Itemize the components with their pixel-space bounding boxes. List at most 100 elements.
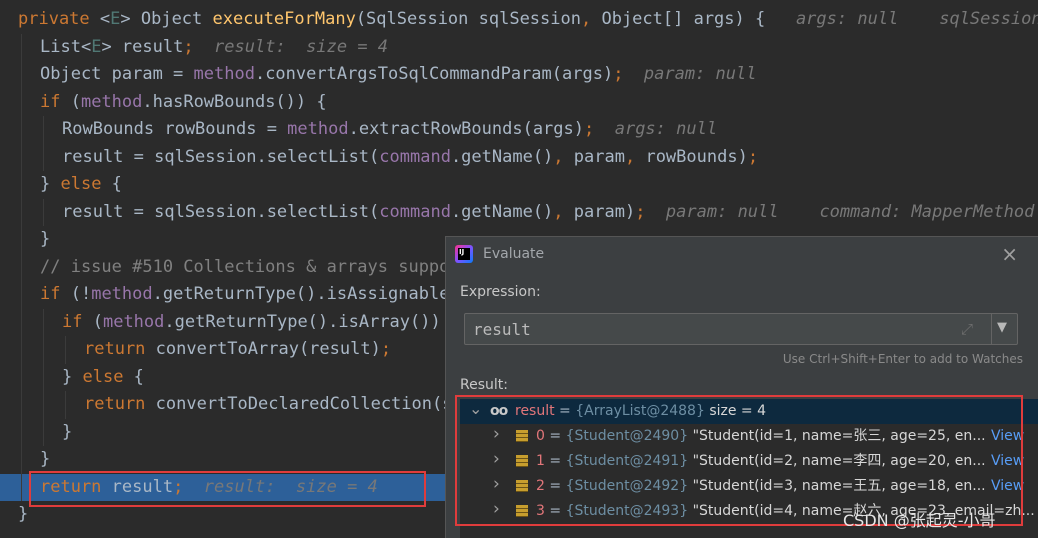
code-line[interactable]: } else { [0,171,1038,199]
code-line[interactable]: result = sqlSession.selectList(command.g… [0,143,1038,171]
code-token: if [62,311,93,332]
code-token: ; [635,201,646,222]
expression-label: Expression: [460,284,541,300]
result-root-text: result = {ArrayList@2488} size = 4 [515,399,766,424]
tostring-value: "Student(id=1, name=张三, age=25, en... [688,428,986,444]
view-link[interactable]: View [988,474,1025,499]
code-token: ( [70,91,81,112]
code-text: } else { [62,364,144,392]
code-token: method [91,284,153,304]
equals-sign: = [554,403,576,419]
inline-debug-value: args: null [594,119,718,139]
code-token: > result [101,36,184,57]
indent-guide [21,33,22,61]
indent-guide [65,391,66,419]
element-index: 3 [536,503,545,519]
close-icon[interactable]: × [1001,243,1018,265]
element-index: 2 [536,478,545,494]
code-token: ; [584,119,595,139]
equals-sign: = [544,503,566,519]
equals-sign: = [544,478,566,494]
code-token: private [18,9,100,29]
chevron-down-icon[interactable]: ⌄ [469,399,482,421]
watches-hint: Use Ctrl+Shift+Enter to add to Watches [782,352,1023,366]
expression-field[interactable]: ⤢ ▼ [464,313,1018,345]
code-token: < [99,9,111,29]
result-child-text: 1 = {Student@2491} "Student(id=2, name=李… [536,449,986,474]
result-root-row[interactable]: ⌄ oo result = {ArrayList@2488} size = 4 [460,399,1038,424]
expression-input[interactable] [465,314,987,344]
indent-guide [43,116,44,144]
result-child-row[interactable]: › 2 = {Student@2492} "Student(id=3, name=… [460,474,1038,499]
code-line[interactable]: result = sqlSession.selectList(command.g… [0,198,1038,226]
result-label: Result: [460,377,508,393]
equals-sign: = [544,453,566,469]
code-line[interactable]: List<E> result; result: size = 4 [0,33,1038,61]
watermark: CSDN @张起灵-小哥 [843,511,996,530]
collection-size: size = 4 [709,403,767,419]
inline-debug-value: result: size = 4 [193,36,389,57]
code-token: param) [573,201,636,222]
result-child-row[interactable]: › 1 = {Student@2491} "Student(id=2, name=… [460,449,1038,474]
code-text: return convertToArray(result); [84,336,391,364]
indent-guide [21,171,22,199]
result-child-row[interactable]: › 0 = {Student@2490} "Student(id=1, name=… [460,424,1038,449]
indent-guide [65,336,66,364]
code-token: } [18,504,29,524]
code-token: E [110,9,121,29]
code-text: // issue #510 Collections & arrays suppo… [40,254,470,282]
code-text: } [40,226,50,254]
code-token: { [111,174,122,194]
code-token: , [553,201,574,222]
code-line[interactable]: if (method.hasRowBounds()) { [0,88,1038,117]
indent-guide [21,281,22,309]
view-link[interactable]: View [988,449,1025,474]
code-line[interactable]: Object param = method.convertArgsToSqlCo… [0,61,1038,89]
code-token: return [84,339,156,359]
field-icon [516,430,528,442]
code-token: } [62,366,83,387]
chevron-right-icon[interactable]: › [493,449,500,472]
indent-guide [43,363,44,391]
code-token: method [193,64,255,84]
tostring-value: "Student(id=2, name=李四, age=20, en... [688,453,986,469]
chevron-right-icon[interactable]: › [493,499,500,522]
code-token: result = sqlSession.selectList( [62,146,380,167]
code-token: > Object [120,9,213,29]
code-text: } [18,501,28,529]
indent-guide [21,116,22,144]
code-token: ; [613,64,624,84]
code-token: ; [380,339,392,359]
code-token: return [40,476,112,497]
code-token: } [40,229,51,249]
code-token: } [40,449,51,469]
chevron-right-icon[interactable]: › [493,474,500,497]
code-line[interactable]: private <E> Object executeForMany(SqlSes… [0,6,1038,34]
element-index: 0 [536,428,545,444]
indent-guide [43,391,44,419]
view-link[interactable]: View [988,424,1025,449]
code-line[interactable]: RowBounds rowBounds = method.extractRowB… [0,116,1038,144]
object-type: {Student@2491} [565,453,689,469]
expand-icon[interactable]: ⤢ [961,320,973,338]
history-dropdown-icon[interactable]: ▼ [997,320,1007,335]
dialog-title-bar[interactable]: IJ Evaluate × [446,237,1038,273]
chevron-right-icon[interactable]: › [493,424,500,447]
code-token: .getName() [450,201,554,222]
code-token: command [379,201,451,222]
inline-debug-value: args: null sqlSession: [765,9,1038,29]
code-token: method [80,91,143,112]
code-token: .getReturnType().isArray()) { [164,311,462,332]
element-index: 1 [536,453,545,469]
code-text: if (method.hasRowBounds()) { [40,89,327,117]
indent-guide [43,418,44,446]
code-token: else [60,174,112,194]
equals-sign: = [544,428,566,444]
code-token: , [624,146,646,167]
inline-debug-value: result: size = 4 [183,476,378,497]
expression-divider [991,314,992,344]
indent-guide [21,198,22,226]
intellij-logo-icon: IJ [455,245,473,263]
object-type: {Student@2490} [565,428,689,444]
indent-guide [21,143,22,171]
